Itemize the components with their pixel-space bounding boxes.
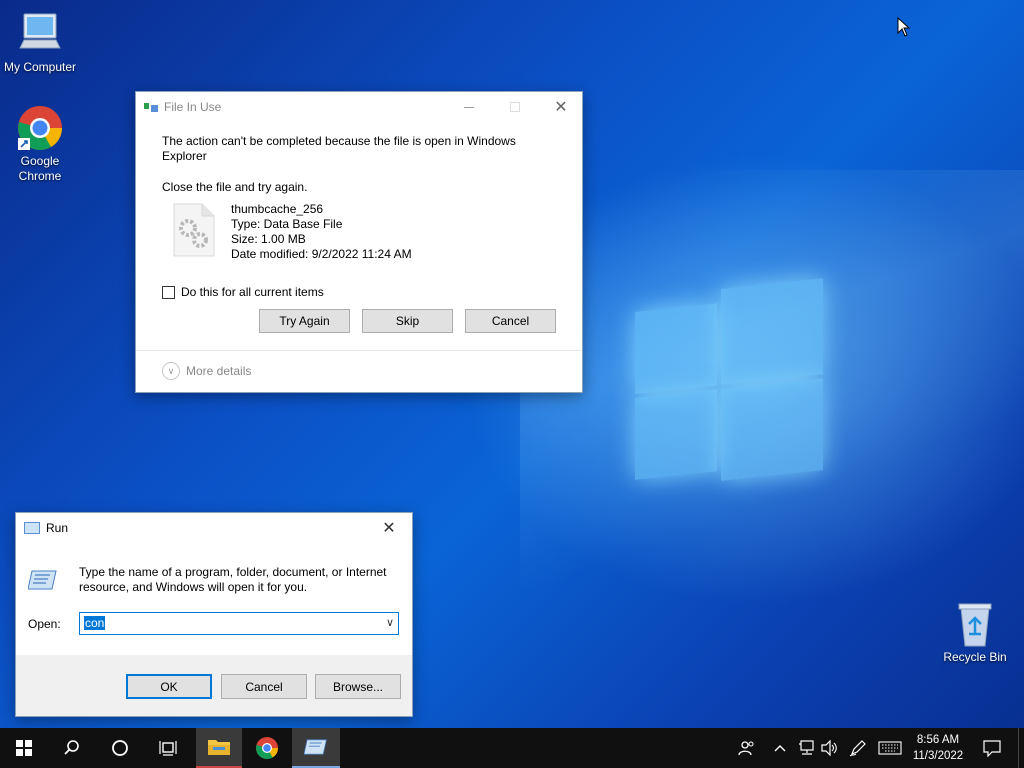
more-details-label: More details	[186, 364, 252, 378]
start-button[interactable]	[0, 728, 48, 768]
taskbar-google-chrome[interactable]	[244, 728, 290, 768]
open-combobox[interactable]: con ∨	[79, 612, 399, 635]
run-program-icon	[27, 569, 58, 591]
clock-time: 8:56 AM	[916, 734, 960, 746]
open-label: Open:	[28, 617, 61, 631]
pen-icon[interactable]	[848, 738, 868, 758]
checkbox-label: Do this for all current items	[181, 285, 324, 299]
cancel-button[interactable]: Cancel	[221, 674, 307, 699]
mouse-cursor-icon	[897, 16, 911, 40]
file-details: thumbcache_256 Type: Data Base File Size…	[231, 202, 412, 262]
chrome-icon	[16, 104, 64, 152]
maximize-button[interactable]	[492, 92, 538, 122]
taskbar-file-explorer[interactable]	[196, 728, 242, 768]
taskbar-run[interactable]	[292, 728, 340, 768]
keyboard-icon[interactable]	[877, 738, 903, 758]
chevron-up-icon[interactable]	[772, 738, 788, 758]
close-button[interactable]: ✕	[366, 513, 412, 543]
desktop-icon-label: My Computer	[3, 60, 77, 74]
desktop-icon-recycle-bin[interactable]: Recycle Bin	[935, 600, 1015, 665]
skip-button[interactable]: Skip	[362, 309, 453, 333]
run-icon	[24, 522, 40, 534]
minimize-button[interactable]	[446, 92, 492, 122]
file-move-icon	[144, 101, 158, 113]
people-icon[interactable]	[736, 738, 758, 758]
apply-to-all-checkbox-row[interactable]: Do this for all current items	[162, 285, 324, 299]
dialog-title: File In Use	[164, 100, 222, 114]
run-icon	[304, 739, 327, 755]
chrome-icon	[256, 737, 278, 759]
file-name: thumbcache_256	[231, 202, 324, 216]
divider	[136, 350, 582, 351]
computer-icon	[16, 10, 64, 58]
cortana-button[interactable]	[96, 728, 144, 768]
settings-file-icon	[172, 202, 216, 258]
instruction-text: Close the file and try again.	[162, 180, 308, 194]
close-button[interactable]: ✕	[538, 92, 584, 122]
file-size: Size: 1.00 MB	[231, 232, 306, 246]
task-view-icon	[159, 741, 177, 756]
volume-icon[interactable]	[820, 738, 840, 758]
apply-to-all-checkbox[interactable]	[162, 285, 175, 299]
minimize-icon	[464, 106, 474, 108]
recycle-bin-icon	[951, 600, 999, 648]
close-icon: ✕	[554, 99, 568, 116]
error-message: The action can't be completed because th…	[162, 134, 516, 163]
close-icon: ✕	[382, 520, 396, 537]
desktop-icon-google-chrome[interactable]: Google Chrome	[0, 104, 80, 184]
cortana-icon	[112, 740, 128, 756]
browse-button[interactable]: Browse...	[315, 674, 401, 699]
open-input[interactable]: con	[84, 616, 106, 630]
ok-button[interactable]: OK	[126, 674, 212, 699]
dialog-title: Run	[46, 521, 69, 535]
run-description: Type the name of a program, folder, docu…	[79, 565, 387, 594]
file-type: Type: Data Base File	[231, 217, 343, 231]
folder-icon	[208, 740, 230, 755]
windows-start-icon	[16, 740, 32, 756]
windows-logo-wallpaper	[635, 278, 823, 490]
run-content: Type the name of a program, folder, docu…	[16, 543, 412, 655]
taskbar: 8:56 AM 11/3/2022	[0, 728, 1024, 768]
search-button[interactable]	[48, 728, 96, 768]
file-modified: Date modified: 9/2/2022 11:24 AM	[231, 247, 412, 261]
desktop-icon-label: Google Chrome	[18, 154, 62, 183]
maximize-icon	[510, 102, 520, 112]
try-again-button[interactable]: Try Again	[259, 309, 350, 333]
network-icon[interactable]	[797, 738, 817, 758]
clock[interactable]: 8:56 AM 11/3/2022	[906, 728, 970, 768]
chevron-down-icon: ∨	[162, 362, 180, 380]
search-icon	[64, 740, 79, 755]
cancel-button[interactable]: Cancel	[465, 309, 556, 333]
task-view-button[interactable]	[144, 728, 192, 768]
run-titlebar[interactable]: Run ✕	[16, 513, 412, 543]
more-details-toggle[interactable]: ∨ More details	[162, 362, 251, 380]
chevron-down-icon[interactable]: ∨	[386, 616, 394, 629]
desktop-icon-label: Recycle Bin	[943, 650, 1007, 664]
file-in-use-dialog: File In Use ✕ The action can't be comple…	[135, 91, 583, 393]
desktop-icon-my-computer[interactable]: My Computer	[0, 10, 80, 75]
show-desktop-button[interactable]	[1018, 728, 1024, 768]
notifications-icon[interactable]	[980, 738, 1004, 758]
run-dialog: Run ✕ Type the name of a program, folder…	[15, 512, 413, 717]
file-in-use-titlebar[interactable]: File In Use ✕	[136, 92, 582, 122]
clock-date: 11/3/2022	[912, 750, 964, 762]
